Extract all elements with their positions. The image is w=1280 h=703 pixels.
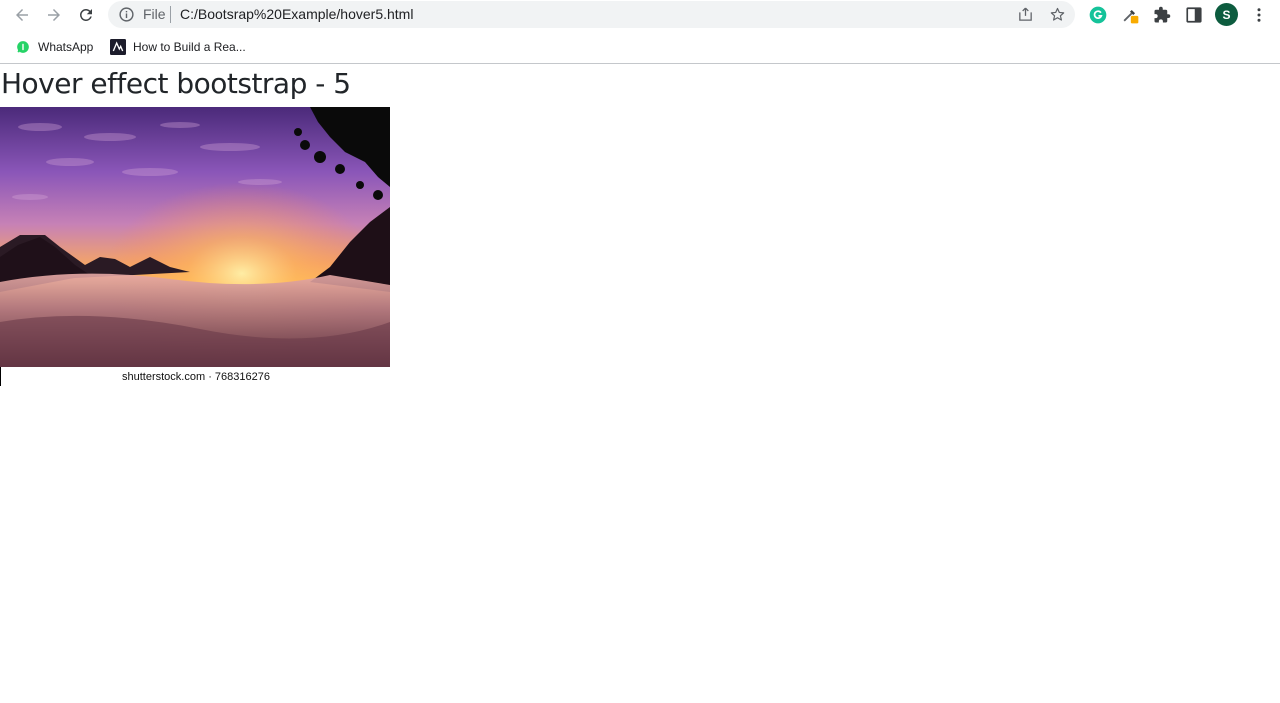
- url-text[interactable]: C:/Bootsrap%20Example/hover5.html: [180, 6, 413, 23]
- back-button[interactable]: [10, 3, 34, 27]
- bookmark-label: How to Build a Rea...: [133, 40, 246, 54]
- forward-button[interactable]: [42, 3, 66, 27]
- bookmarks-bar: WhatsApp How to Build a Rea...: [0, 31, 1280, 64]
- arrow-left-icon: [16, 9, 28, 21]
- arrow-right-icon: [48, 9, 60, 21]
- address-bar[interactable]: File C:/Bootsrap%20Example/hover5.html: [108, 1, 1075, 28]
- reload-button[interactable]: [74, 3, 98, 27]
- star-icon: [1050, 7, 1065, 21]
- more-vert-icon: [1257, 8, 1261, 22]
- browser-menu-button[interactable]: [1250, 4, 1268, 26]
- whatsapp-icon: [15, 39, 31, 55]
- hover-image[interactable]: [0, 107, 390, 367]
- info-icon[interactable]: [118, 6, 135, 23]
- bookmark-label: WhatsApp: [38, 40, 94, 54]
- omnibox-divider: [170, 6, 171, 23]
- eyedropper-extension[interactable]: [1119, 4, 1141, 26]
- share-button[interactable]: [1016, 5, 1035, 24]
- site-logo-icon: [110, 39, 126, 55]
- browser-toolbar: File C:/Bootsrap%20Example/hover5.html S: [0, 0, 1280, 30]
- reload-icon: [79, 8, 92, 21]
- side-panel-icon: [1186, 7, 1202, 23]
- bookmark-whatsapp[interactable]: WhatsApp: [15, 38, 93, 56]
- text-caret: [0, 367, 1, 386]
- extensions-button[interactable]: [1151, 4, 1173, 26]
- scheme-label: File: [143, 6, 166, 22]
- bookmark-how-to-build[interactable]: How to Build a Rea...: [110, 38, 246, 56]
- eyedropper-icon: [1123, 9, 1139, 24]
- sunset-mountain-image: [0, 107, 390, 367]
- profile-avatar[interactable]: S: [1215, 3, 1238, 26]
- side-panel-button[interactable]: [1183, 4, 1205, 26]
- image-credit: shutterstock.com · 768316276: [122, 371, 270, 383]
- grammarly-icon: [1089, 6, 1107, 24]
- puzzle-icon: [1154, 6, 1171, 23]
- bookmark-star-button[interactable]: [1048, 5, 1067, 24]
- grammarly-extension[interactable]: [1087, 4, 1109, 26]
- page-content: Hover effect bootstrap - 5 shutterstock.…: [0, 65, 1280, 703]
- page-title: Hover effect bootstrap - 5: [1, 67, 351, 100]
- share-icon: [1019, 7, 1032, 21]
